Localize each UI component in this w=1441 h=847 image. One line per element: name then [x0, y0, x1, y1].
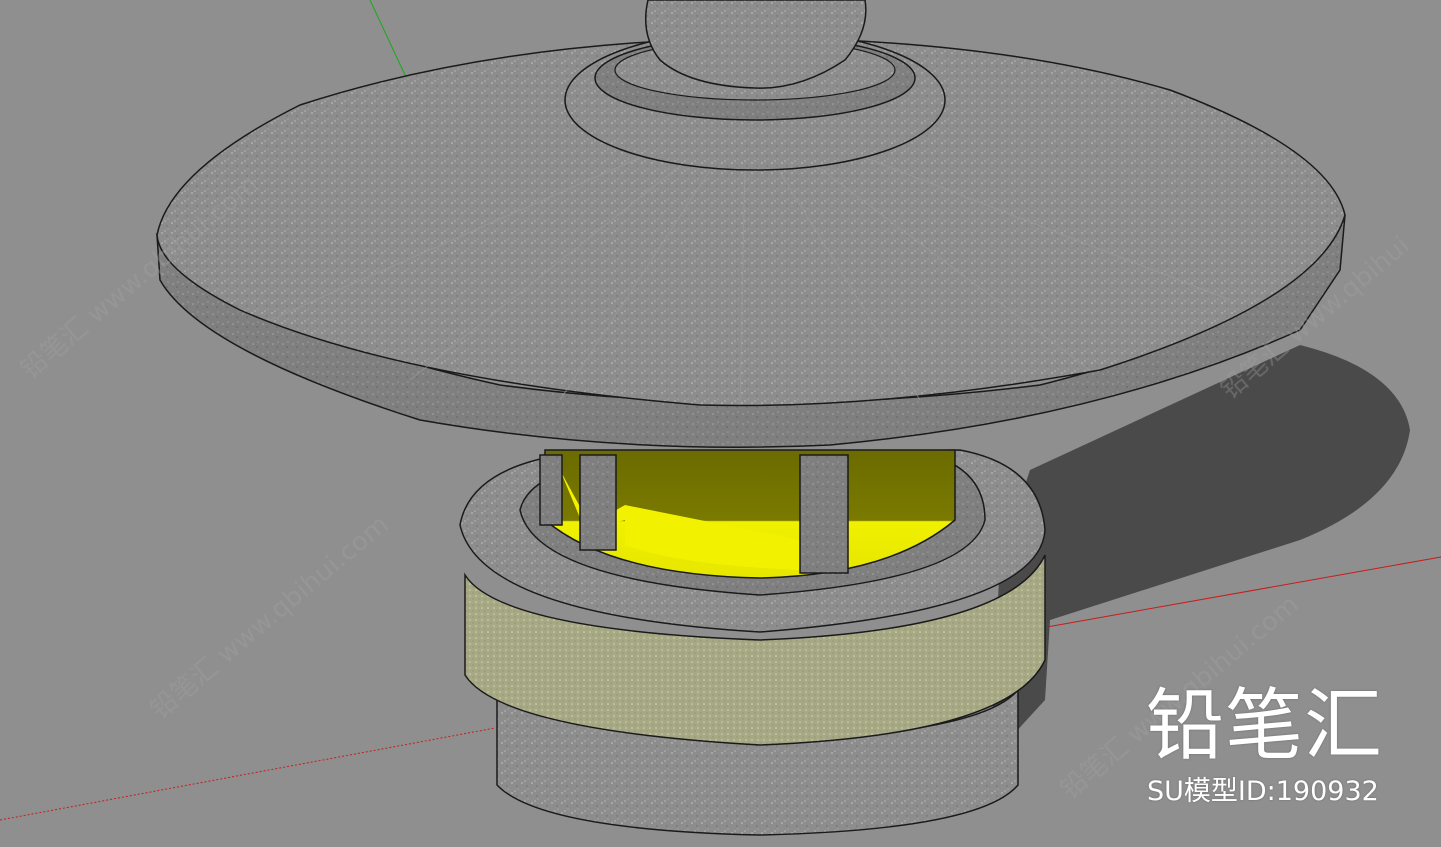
sketchup-viewport[interactable]: 铅笔汇 www.qbihui.com 铅笔汇 www.qbihui.com 铅笔…	[0, 0, 1441, 847]
brand-watermark: 铅笔汇	[1146, 681, 1384, 771]
model-id-label: SU模型ID:190932	[1147, 776, 1379, 807]
pillar-left	[579, 454, 617, 551]
pillar-right	[539, 454, 563, 526]
pillar-center	[799, 454, 849, 574]
